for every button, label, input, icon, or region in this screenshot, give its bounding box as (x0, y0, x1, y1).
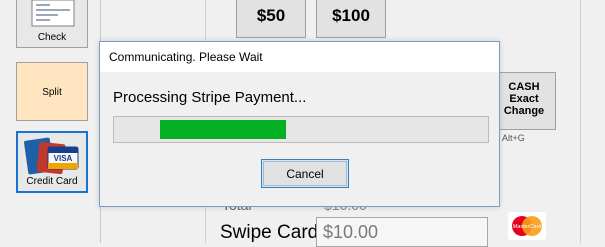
exact-change-shortcut: Alt+G (502, 133, 525, 143)
dialog-title: Communicating. Please Wait (109, 50, 263, 64)
cancel-label: Cancel (286, 166, 324, 181)
payment-type-column: Check Split VISA Credit Card (0, 0, 101, 243)
check-icon (31, 0, 75, 27)
swipe-card-label: Swipe Card (220, 222, 319, 243)
exact-line2: Exact (509, 93, 539, 105)
dialog-message: Processing Stripe Payment... (113, 89, 307, 106)
cancel-button[interactable]: Cancel (261, 159, 349, 188)
check-button[interactable]: Check (16, 0, 88, 48)
credit-cards-icon: VISA (24, 137, 79, 175)
credit-card-label: Credit Card (26, 176, 78, 187)
communicating-dialog: Communicating. Please Wait Processing St… (99, 41, 500, 207)
progress-bar (113, 116, 489, 143)
cash-exact-change-button[interactable]: CASH Exact Change (492, 72, 556, 130)
progress-bar-fill (160, 120, 286, 139)
credit-card-button[interactable]: VISA Credit Card (16, 131, 88, 193)
cash-50-button[interactable]: $50 (236, 0, 306, 38)
exact-line1: CASH (508, 81, 540, 93)
amount-value: $10.00 (323, 222, 379, 242)
panel-divider-right (580, 0, 581, 243)
cash-100-label: $100 (332, 6, 370, 25)
check-label: Check (37, 32, 67, 43)
cash-50-label: $50 (256, 6, 286, 25)
split-label: Split (42, 87, 62, 98)
cash-100-button[interactable]: $100 (316, 0, 386, 38)
mastercard-icon: MasterCard (508, 212, 546, 240)
svg-text:VISA: VISA (54, 154, 73, 163)
exact-line3: Change (503, 105, 545, 117)
svg-text:MasterCard: MasterCard (513, 224, 543, 230)
split-button[interactable]: Split (16, 62, 88, 121)
dialog-titlebar: Communicating. Please Wait (100, 42, 499, 72)
